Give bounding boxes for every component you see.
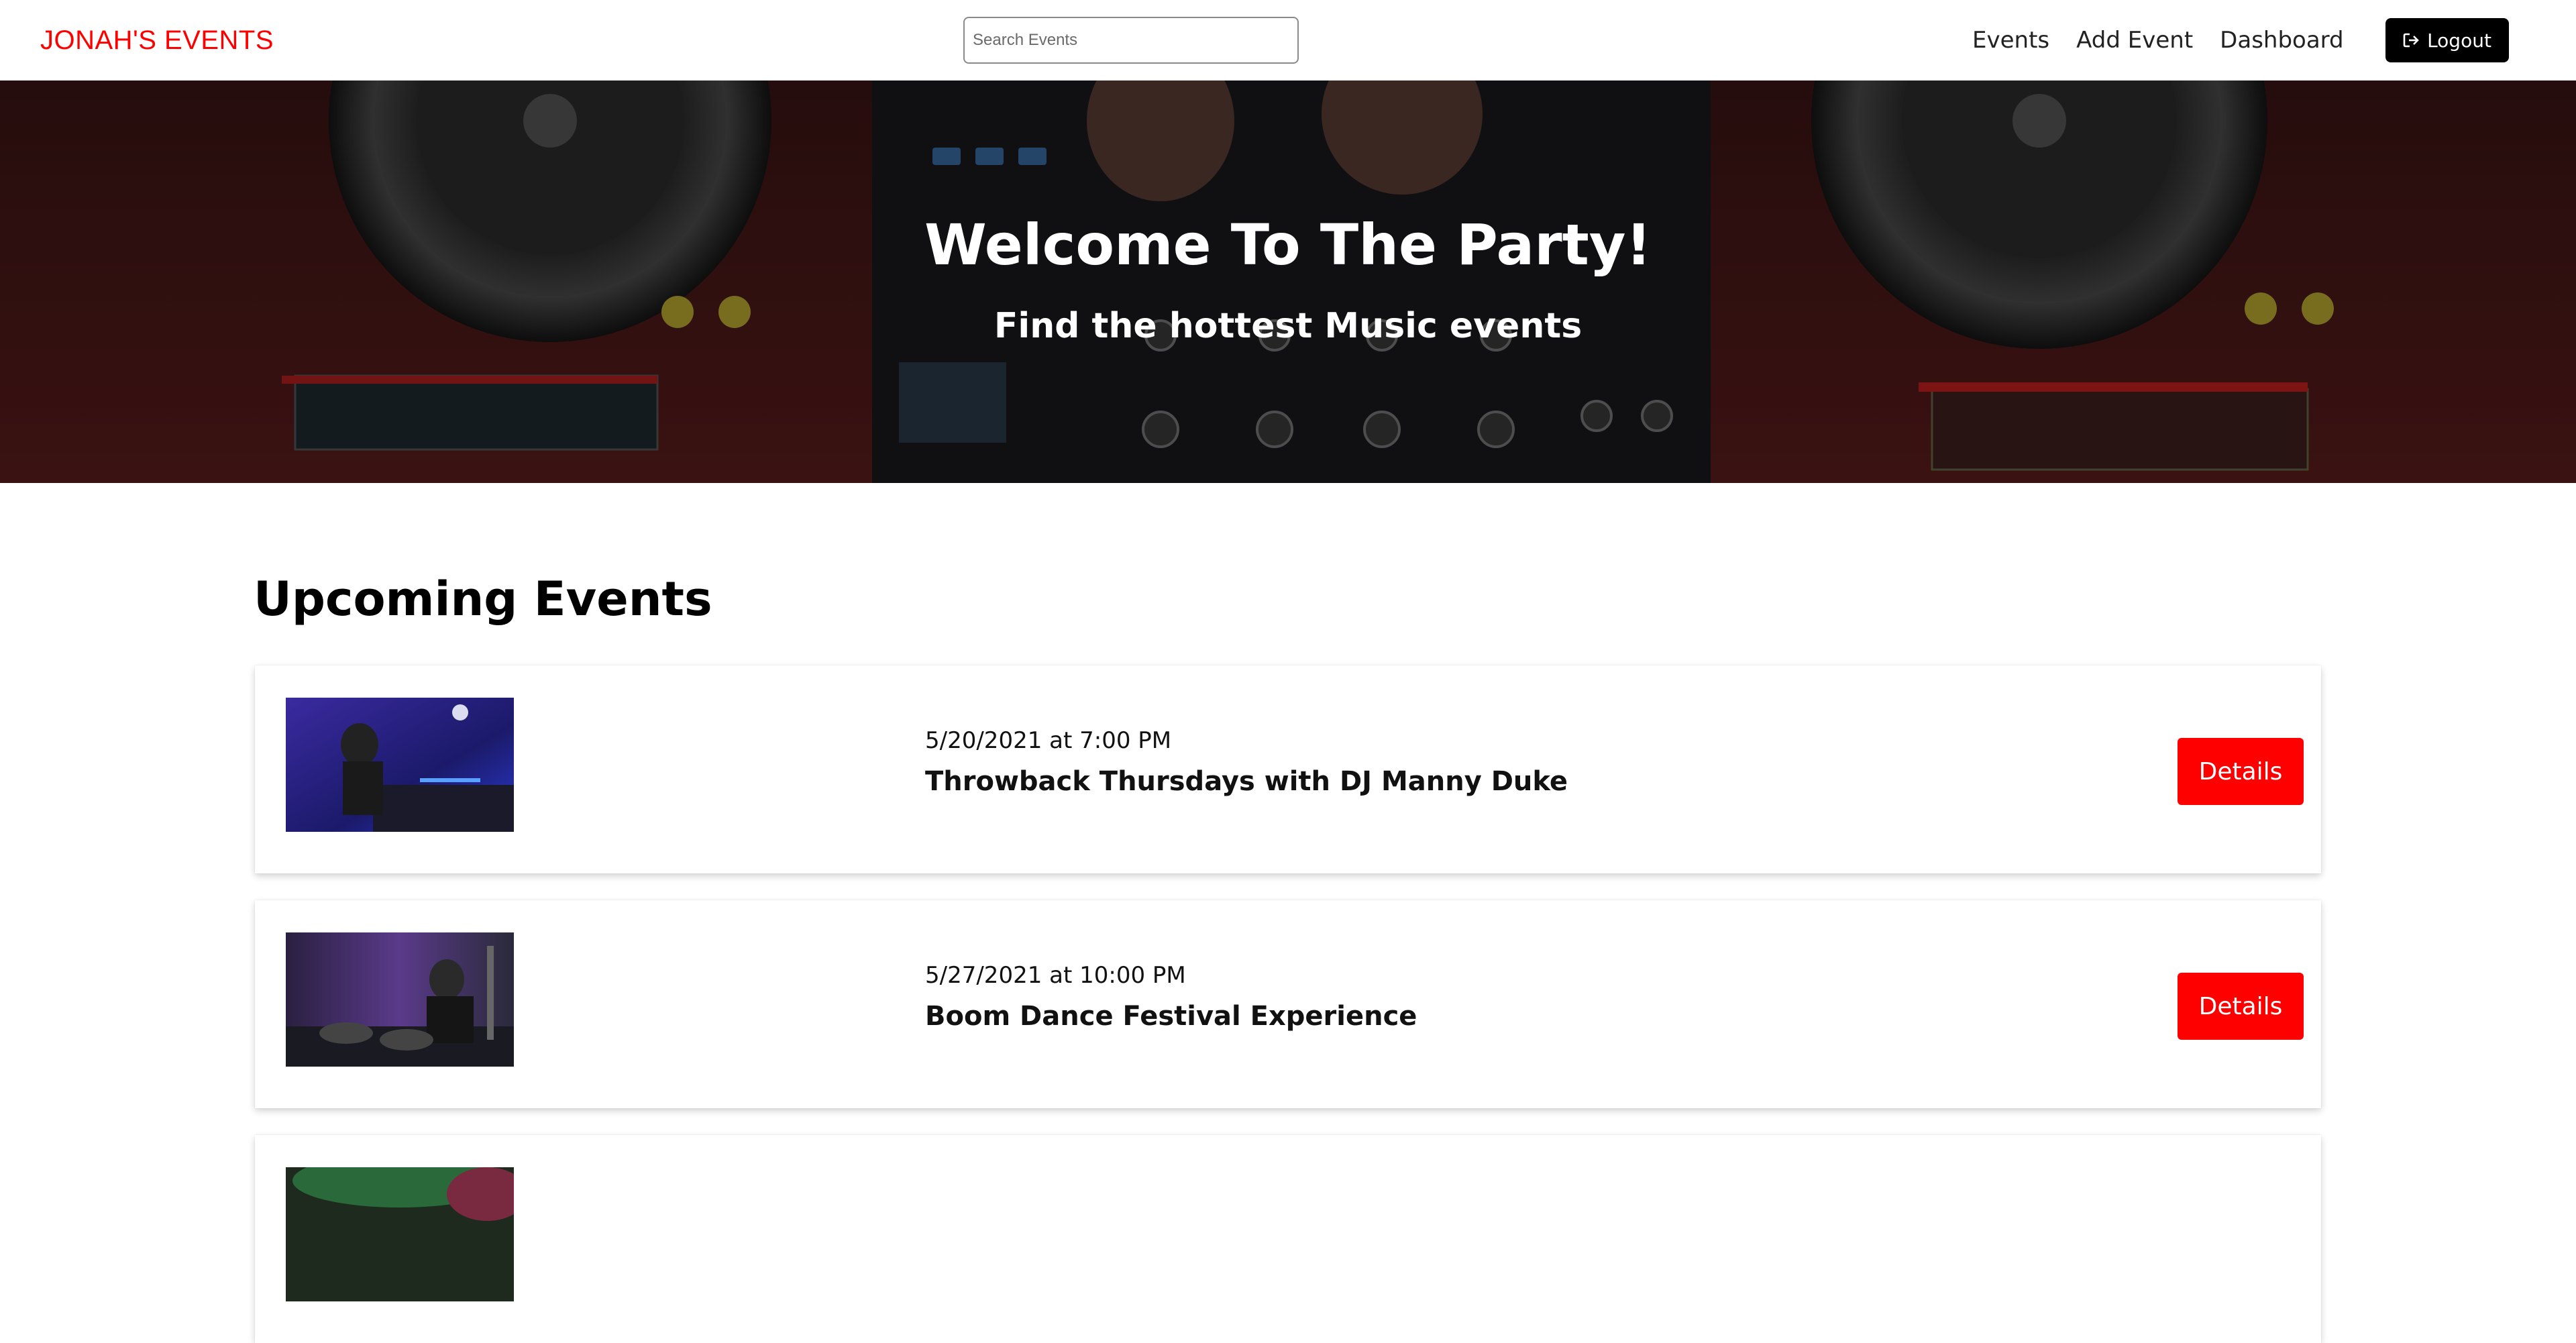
- event-thumbnail[interactable]: [286, 1167, 514, 1301]
- details-button[interactable]: Details: [2178, 973, 2304, 1040]
- hero-title: Welcome To The Party!: [924, 212, 1652, 278]
- details-button[interactable]: Details: [2178, 738, 2304, 805]
- brand-logo[interactable]: JONAH'S EVENTS: [40, 0, 274, 80]
- logout-label: Logout: [2427, 29, 2491, 52]
- nav-links: Events Add Event Dashboard: [1972, 0, 2344, 80]
- logout-button[interactable]: Logout: [2385, 18, 2509, 62]
- hero-banner: Welcome To The Party! Find the hottest M…: [0, 80, 2576, 483]
- event-thumbnail[interactable]: [286, 698, 514, 832]
- event-thumbnail[interactable]: [286, 932, 514, 1067]
- section-title-upcoming-events: Upcoming Events: [254, 572, 712, 627]
- event-title[interactable]: Throwback Thursdays with DJ Manny Duke: [925, 766, 1568, 797]
- hero-subtitle: Find the hottest Music events: [994, 306, 1582, 346]
- event-card: [255, 1135, 2321, 1343]
- nav-link-add-event[interactable]: Add Event: [2076, 27, 2193, 54]
- logout-icon: [2403, 32, 2420, 48]
- event-card: 5/20/2021 at 7:00 PM Throwback Thursdays…: [255, 665, 2321, 873]
- navbar: JONAH'S EVENTS Events Add Event Dashboar…: [0, 0, 2576, 80]
- event-date: 5/20/2021 at 7:00 PM: [925, 727, 1172, 754]
- nav-link-dashboard[interactable]: Dashboard: [2220, 27, 2343, 54]
- event-date: 5/27/2021 at 10:00 PM: [925, 962, 1186, 989]
- event-title[interactable]: Boom Dance Festival Experience: [925, 1001, 1417, 1032]
- hero-overlay: [0, 80, 2576, 483]
- nav-link-events[interactable]: Events: [1972, 27, 2049, 54]
- event-card: 5/27/2021 at 10:00 PM Boom Dance Festiva…: [255, 900, 2321, 1108]
- search-input[interactable]: [963, 17, 1299, 64]
